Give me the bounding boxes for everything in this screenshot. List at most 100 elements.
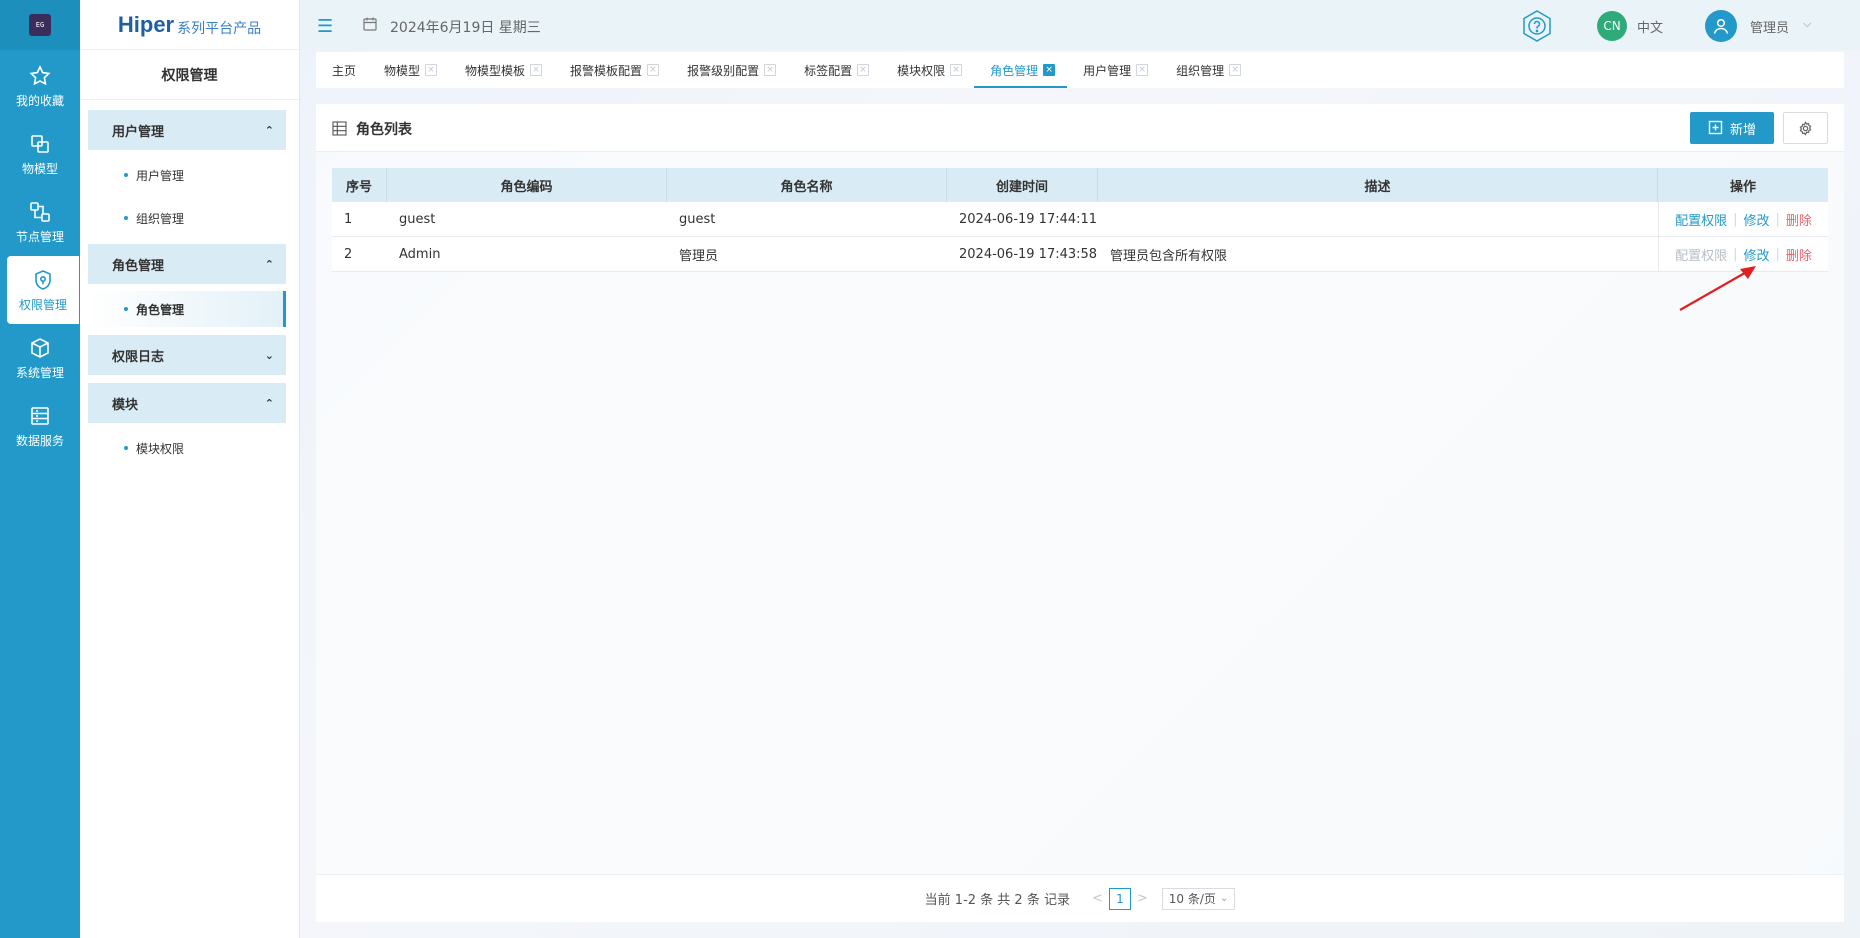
tab-role-management[interactable]: 角色管理 × xyxy=(974,52,1068,88)
tab-thing-model[interactable]: 物模型 × xyxy=(368,52,449,88)
action-separator: | xyxy=(1733,211,1738,227)
tab-tag-config[interactable]: 标签配置 × xyxy=(788,52,881,88)
edit-link[interactable]: 修改 xyxy=(1743,210,1769,229)
icon-rail: EG 我的收藏 物模型 节点管理 权限管理 系统管理 数据服务 xyxy=(0,0,80,938)
rail-item-node-management[interactable]: 节点管理 xyxy=(0,188,80,256)
sidebar-item-module-permission[interactable]: 模块权限 xyxy=(88,430,286,466)
cell-index: 1 xyxy=(344,211,353,227)
tab-label: 用户管理 xyxy=(1083,63,1132,78)
sidebar-title: 权限管理 xyxy=(80,50,299,100)
rail-item-label: 权限管理 xyxy=(18,297,67,312)
pagination-bar: 当前 1-2 条 共 2 条 记录 < 1 > 10 条/页 ⌄ xyxy=(316,874,1844,922)
star-icon xyxy=(29,64,51,85)
tab-module-permission[interactable]: 模块权限 × xyxy=(881,52,974,88)
rail-item-thing-model[interactable]: 物模型 xyxy=(0,120,80,188)
bullet-icon xyxy=(124,307,128,311)
tab-thing-model-template[interactable]: 物模型模板 × xyxy=(449,52,554,88)
sidebar-item-role-management[interactable]: 角色管理 xyxy=(88,291,286,327)
sidebar-item-org-management[interactable]: 组织管理 xyxy=(88,200,286,236)
sidebar-group-module[interactable]: 模块 ⌃ xyxy=(88,383,286,423)
sidebar-group-label: 模块 xyxy=(112,397,139,413)
tab-user-management[interactable]: 用户管理 × xyxy=(1067,52,1160,88)
prev-page-button[interactable]: < xyxy=(1092,891,1103,906)
edit-link[interactable]: 修改 xyxy=(1743,245,1769,264)
tab-alarm-level-config[interactable]: 报警级别配置 × xyxy=(671,52,788,88)
table-row: 2 Admin 管理员 2024-06-19 17:43:58 管理员包含所有权… xyxy=(332,237,1828,272)
col-header-index: 序号 xyxy=(332,168,387,202)
action-separator: | xyxy=(1775,246,1780,262)
close-icon[interactable]: × xyxy=(1229,64,1242,76)
delete-link[interactable]: 删除 xyxy=(1786,210,1812,229)
col-header-actions: 操作 xyxy=(1729,179,1756,195)
model-icon xyxy=(31,134,49,153)
close-icon[interactable]: × xyxy=(950,64,963,76)
next-page-button[interactable]: > xyxy=(1137,891,1148,906)
cell-role-code: guest xyxy=(399,211,436,227)
rail-item-label: 节点管理 xyxy=(15,229,64,244)
menu-toggle-icon[interactable]: ☰ xyxy=(317,16,333,37)
delete-link[interactable]: 删除 xyxy=(1786,245,1812,264)
col-header-role-name: 角色名称 xyxy=(667,168,947,202)
rail-item-label: 系统管理 xyxy=(15,365,64,380)
rail-item-permission-management[interactable]: 权限管理 xyxy=(7,256,79,324)
chevron-up-icon: ⌃ xyxy=(264,257,274,271)
bullet-icon xyxy=(124,173,128,177)
cell-actions: 配置权限 | 修改 | 删除 xyxy=(1658,202,1828,236)
close-icon[interactable]: × xyxy=(1136,64,1149,76)
rail-item-favorites[interactable]: 我的收藏 xyxy=(0,52,80,120)
tab-org-management[interactable]: 组织管理 × xyxy=(1160,52,1253,88)
brand-name: Hiper xyxy=(117,11,175,37)
node-icon xyxy=(30,201,50,222)
tab-label: 主页 xyxy=(332,63,357,78)
settings-button[interactable] xyxy=(1783,112,1828,144)
user-menu[interactable]: 管理员 xyxy=(1750,17,1789,36)
gear-icon xyxy=(1799,120,1812,136)
tab-label: 组织管理 xyxy=(1176,63,1225,78)
tab-alarm-template-config[interactable]: 报警模板配置 × xyxy=(554,52,671,88)
col-header-role-code: 角色编码 xyxy=(387,168,667,202)
rail-item-system-management[interactable]: 系统管理 xyxy=(0,324,80,392)
brand-subtitle: 系列平台产品 xyxy=(177,20,262,37)
sidebar-group-user-management[interactable]: 用户管理 ⌃ xyxy=(88,110,286,150)
chevron-up-icon: ⌃ xyxy=(264,123,274,137)
cell-created-time: 2024-06-19 17:44:11 xyxy=(959,211,1098,227)
close-icon[interactable]: × xyxy=(764,64,777,76)
chevron-down-icon[interactable]: ⌵ xyxy=(1803,17,1811,31)
cell-description: 管理员包含所有权限 xyxy=(1110,248,1228,264)
rail-item-data-service[interactable]: 数据服务 xyxy=(0,392,80,460)
col-header-created-time: 创建时间 xyxy=(947,168,1098,202)
close-icon[interactable]: × xyxy=(857,64,870,76)
cell-role-name: 管理员 xyxy=(679,248,719,264)
chevron-down-icon: ⌄ xyxy=(1219,893,1229,904)
shield-icon xyxy=(35,269,51,290)
language-switch[interactable]: 中文 xyxy=(1637,17,1663,36)
chevron-up-icon: ⌃ xyxy=(264,396,274,410)
sidebar-group-role-management[interactable]: 角色管理 ⌃ xyxy=(88,244,286,284)
add-role-label: 新增 xyxy=(1729,122,1756,138)
page-number-button[interactable]: 1 xyxy=(1108,887,1131,910)
add-role-button[interactable]: 新增 xyxy=(1690,112,1774,144)
panel-title: 角色列表 xyxy=(356,122,412,138)
avatar[interactable] xyxy=(1705,10,1737,42)
language-badge[interactable]: CN xyxy=(1597,11,1627,41)
close-icon[interactable]: × xyxy=(647,64,660,76)
page-size-value: 10 条/页 xyxy=(1168,892,1216,906)
calendar-icon xyxy=(363,17,377,31)
bullet-icon xyxy=(124,446,128,450)
cell-role-name: guest xyxy=(679,211,716,227)
close-icon[interactable]: × xyxy=(425,64,438,76)
tab-home[interactable]: 主页 xyxy=(316,52,368,88)
table-icon xyxy=(332,121,347,136)
page-size-select[interactable]: 10 条/页 ⌄ xyxy=(1161,887,1236,910)
tab-label: 模块权限 xyxy=(897,63,946,78)
config-permission-link[interactable]: 配置权限 xyxy=(1675,210,1727,229)
close-icon[interactable]: × xyxy=(1043,64,1056,76)
role-table: 序号 角色编码 角色名称 创建时间 描述 操作 1 guest guest 20… xyxy=(332,168,1828,272)
rail-item-label: 我的收藏 xyxy=(15,93,64,108)
sidebar-item-user-management[interactable]: 用户管理 xyxy=(88,157,286,193)
close-icon[interactable]: × xyxy=(530,64,543,76)
sidebar-item-label: 组织管理 xyxy=(136,211,185,226)
help-icon[interactable] xyxy=(1520,9,1554,43)
sidebar-group-permission-log[interactable]: 权限日志 ⌄ xyxy=(88,335,286,375)
rail-item-label: 物模型 xyxy=(21,161,58,176)
